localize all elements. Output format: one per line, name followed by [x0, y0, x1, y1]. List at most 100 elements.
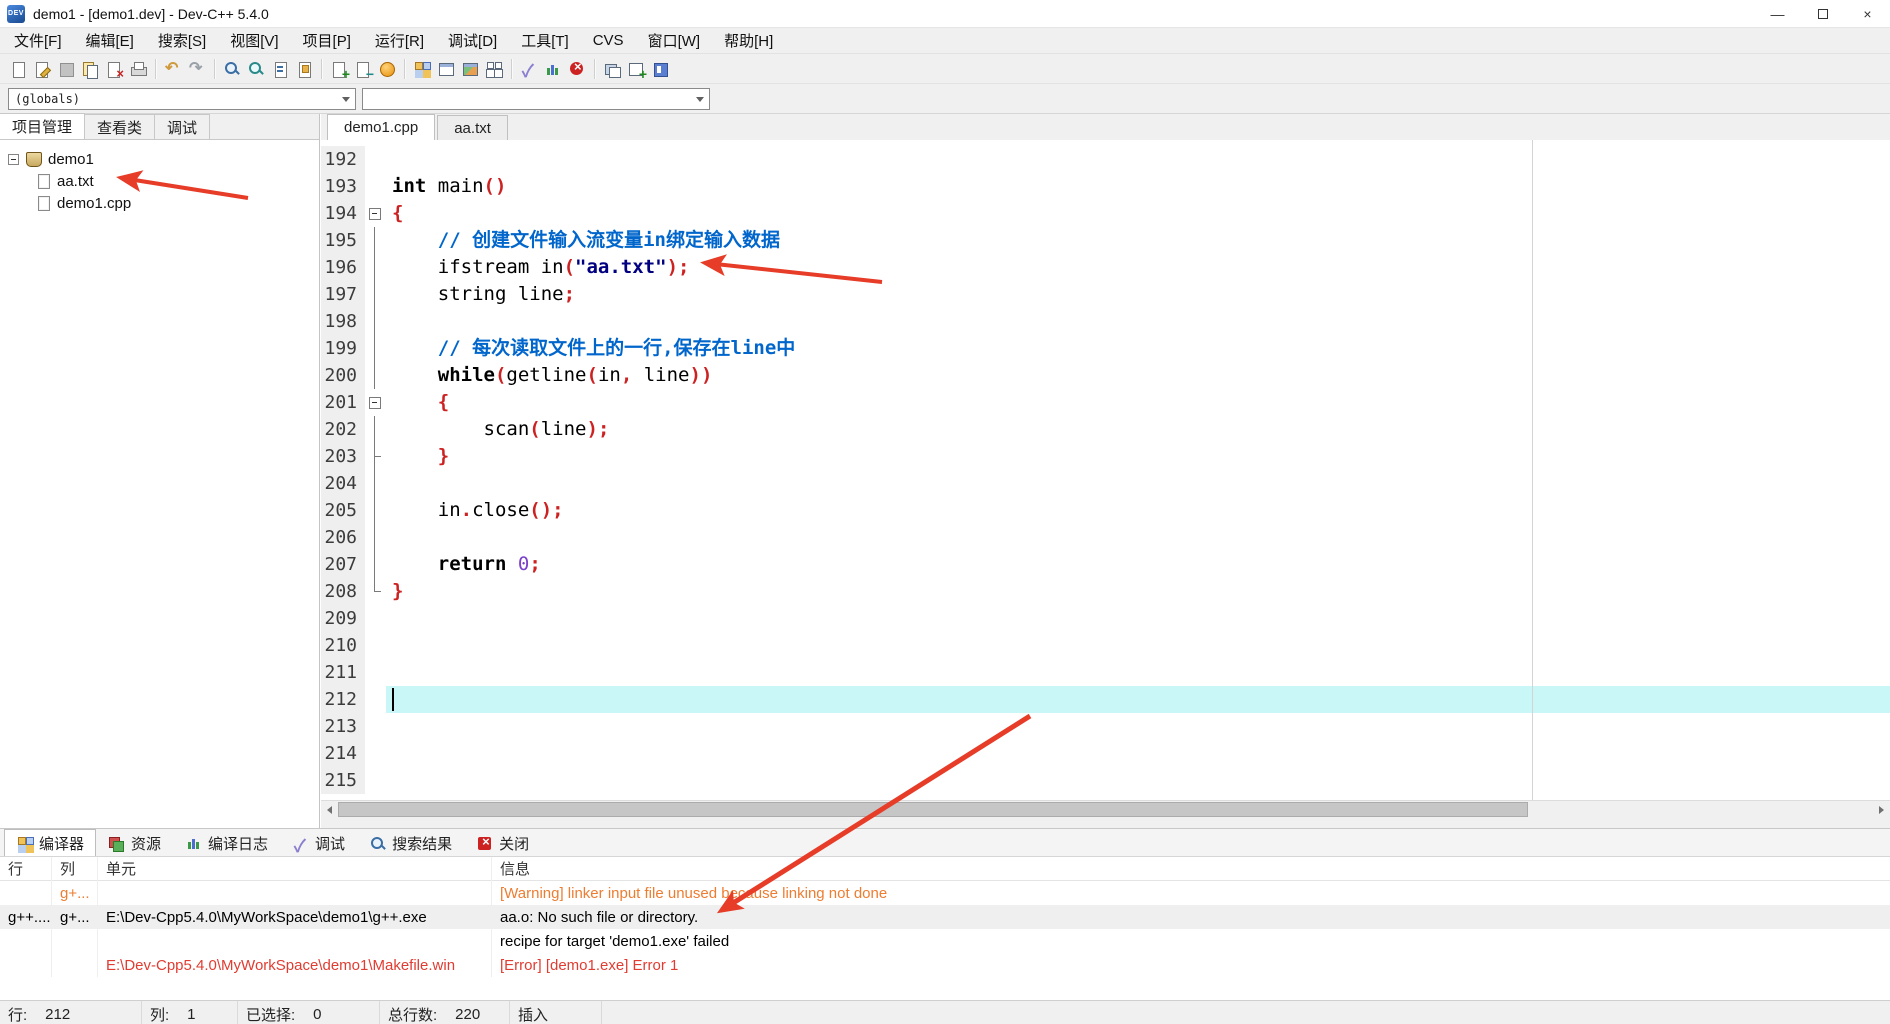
- compiler-output-row[interactable]: g++.... g+... E:\Dev-Cpp5.4.0\MyWorkSpace\…: [0, 905, 1890, 929]
- tab-search-results[interactable]: 搜索结果: [357, 829, 464, 856]
- line-number: 207: [321, 551, 365, 578]
- fullscreen-button[interactable]: [648, 57, 672, 81]
- close-file-button[interactable]: [102, 57, 126, 81]
- scroll-left-icon[interactable]: [321, 801, 338, 818]
- code-line[interactable]: 212: [321, 686, 1890, 713]
- menu-project[interactable]: 项目[P]: [291, 28, 363, 54]
- close-button[interactable]: ×: [1845, 0, 1890, 28]
- compiler-output-row[interactable]: recipe for target 'demo1.exe' failed: [0, 929, 1890, 953]
- tree-node-file[interactable]: aa.txt: [0, 170, 319, 192]
- menu-run[interactable]: 运行[R]: [363, 28, 436, 54]
- line-number: 192: [321, 146, 365, 173]
- collapse-icon[interactable]: [8, 153, 19, 165]
- save-all-button[interactable]: [78, 57, 102, 81]
- menu-view[interactable]: 视图[V]: [218, 28, 290, 54]
- minimize-button[interactable]: —: [1755, 0, 1800, 28]
- find-in-files-button[interactable]: [244, 57, 268, 81]
- scroll-right-icon[interactable]: [1873, 801, 1890, 818]
- code-line[interactable]: 197 string line;: [321, 281, 1890, 308]
- open-button[interactable]: [30, 57, 54, 81]
- members-combobox[interactable]: [362, 88, 710, 110]
- menu-window[interactable]: 窗口[W]: [636, 28, 713, 54]
- horizontal-scrollbar[interactable]: [321, 800, 1890, 817]
- compiler-output-row[interactable]: g+... [Warning] linker input file unused …: [0, 881, 1890, 905]
- editor-tab-aatxt[interactable]: aa.txt: [437, 115, 508, 140]
- code-line[interactable]: 192: [321, 146, 1890, 173]
- tab-project-manager[interactable]: 项目管理: [0, 113, 86, 139]
- menu-file[interactable]: 文件[F]: [2, 28, 74, 54]
- code-line[interactable]: 193 int main(): [321, 173, 1890, 200]
- scrollbar-thumb[interactable]: [338, 802, 1528, 817]
- menu-tools[interactable]: 工具[T]: [509, 28, 581, 54]
- line-number: 204: [321, 470, 365, 497]
- tab-debug-output[interactable]: 调试: [280, 829, 357, 857]
- fold-toggle-icon[interactable]: [365, 389, 386, 416]
- tab-close-panel[interactable]: 关闭: [464, 829, 541, 856]
- menu-cvs[interactable]: CVS: [581, 28, 636, 54]
- menu-debug[interactable]: 调试[D]: [436, 28, 509, 54]
- tab-resource[interactable]: 资源: [96, 829, 173, 856]
- code-editor[interactable]: 192 193 int main() 194{195 // 创建文件输入流变量in绑定…: [321, 140, 1890, 800]
- restore-button[interactable]: [1800, 0, 1845, 28]
- code-line[interactable]: 205 in.close();: [321, 497, 1890, 524]
- code-line[interactable]: 201 {: [321, 389, 1890, 416]
- code-line[interactable]: 209: [321, 605, 1890, 632]
- compile-and-run-button[interactable]: [458, 57, 482, 81]
- compiler-output-row[interactable]: E:\Dev-Cpp5.4.0\MyWorkSpace\demo1\Makefi…: [0, 953, 1890, 977]
- column-header-unit: 单元: [98, 856, 492, 881]
- abort-compilation-button[interactable]: [565, 57, 589, 81]
- code-line[interactable]: 208}: [321, 578, 1890, 605]
- menu-search[interactable]: 搜索[S]: [146, 28, 218, 54]
- rebuild-all-button[interactable]: [482, 57, 506, 81]
- profile-button[interactable]: [541, 57, 565, 81]
- save-button[interactable]: [54, 57, 78, 81]
- tab-debug[interactable]: 调试: [154, 114, 211, 139]
- goto-line-button[interactable]: [292, 57, 316, 81]
- code-line[interactable]: 195 // 创建文件输入流变量in绑定输入数据: [321, 227, 1890, 254]
- line-number: 193: [321, 173, 365, 200]
- code-line[interactable]: 211: [321, 659, 1890, 686]
- new-window-button[interactable]: [624, 57, 648, 82]
- remove-from-project-button[interactable]: [351, 57, 375, 82]
- code-line[interactable]: 213: [321, 713, 1890, 740]
- chevron-down-icon[interactable]: [337, 89, 355, 109]
- code-line[interactable]: 200 while(getline(in, line)): [321, 362, 1890, 389]
- code-line[interactable]: 198: [321, 308, 1890, 335]
- debug-button[interactable]: [517, 57, 541, 82]
- replace-button[interactable]: [268, 57, 292, 81]
- print-button[interactable]: [126, 57, 150, 81]
- compile-button[interactable]: [410, 57, 434, 81]
- tree-node-project[interactable]: demo1: [0, 148, 319, 170]
- tab-compiler[interactable]: 编译器: [4, 829, 97, 856]
- window-list-button[interactable]: [600, 57, 624, 81]
- tree-node-file[interactable]: demo1.cpp: [0, 192, 319, 214]
- run-button[interactable]: [434, 57, 458, 81]
- code-line[interactable]: 204: [321, 470, 1890, 497]
- editor-tab-demo1cpp[interactable]: demo1.cpp: [327, 114, 436, 140]
- add-to-project-button[interactable]: [327, 57, 351, 82]
- redo-button[interactable]: [185, 57, 209, 81]
- tab-class-view[interactable]: 查看类: [84, 114, 156, 139]
- code-line[interactable]: 206: [321, 524, 1890, 551]
- chevron-down-icon[interactable]: [691, 89, 709, 109]
- project-options-button[interactable]: [375, 57, 399, 81]
- code-line[interactable]: 199 // 每次读取文件上的一行,保存在line中: [321, 335, 1890, 362]
- code-line[interactable]: 210: [321, 632, 1890, 659]
- fullscreen-icon: [651, 60, 669, 78]
- code-line[interactable]: 203 }: [321, 443, 1890, 470]
- new-file-button[interactable]: [6, 57, 30, 81]
- code-line[interactable]: 214: [321, 740, 1890, 767]
- code-line[interactable]: 194{: [321, 200, 1890, 227]
- menu-help[interactable]: 帮助[H]: [712, 28, 785, 54]
- fold-toggle-icon[interactable]: [365, 200, 386, 227]
- tab-compile-log[interactable]: 编译日志: [173, 829, 280, 856]
- menu-edit[interactable]: 编辑[E]: [74, 28, 146, 54]
- undo-button[interactable]: [161, 57, 185, 81]
- globals-combobox[interactable]: (globals): [8, 88, 356, 110]
- code-line[interactable]: 207 return 0;: [321, 551, 1890, 578]
- find-button[interactable]: [220, 57, 244, 81]
- code-line[interactable]: 215: [321, 767, 1890, 794]
- code-line[interactable]: 202 scan(line);: [321, 416, 1890, 443]
- new-file-icon: [9, 60, 27, 78]
- code-line[interactable]: 196 ifstream in("aa.txt");: [321, 254, 1890, 281]
